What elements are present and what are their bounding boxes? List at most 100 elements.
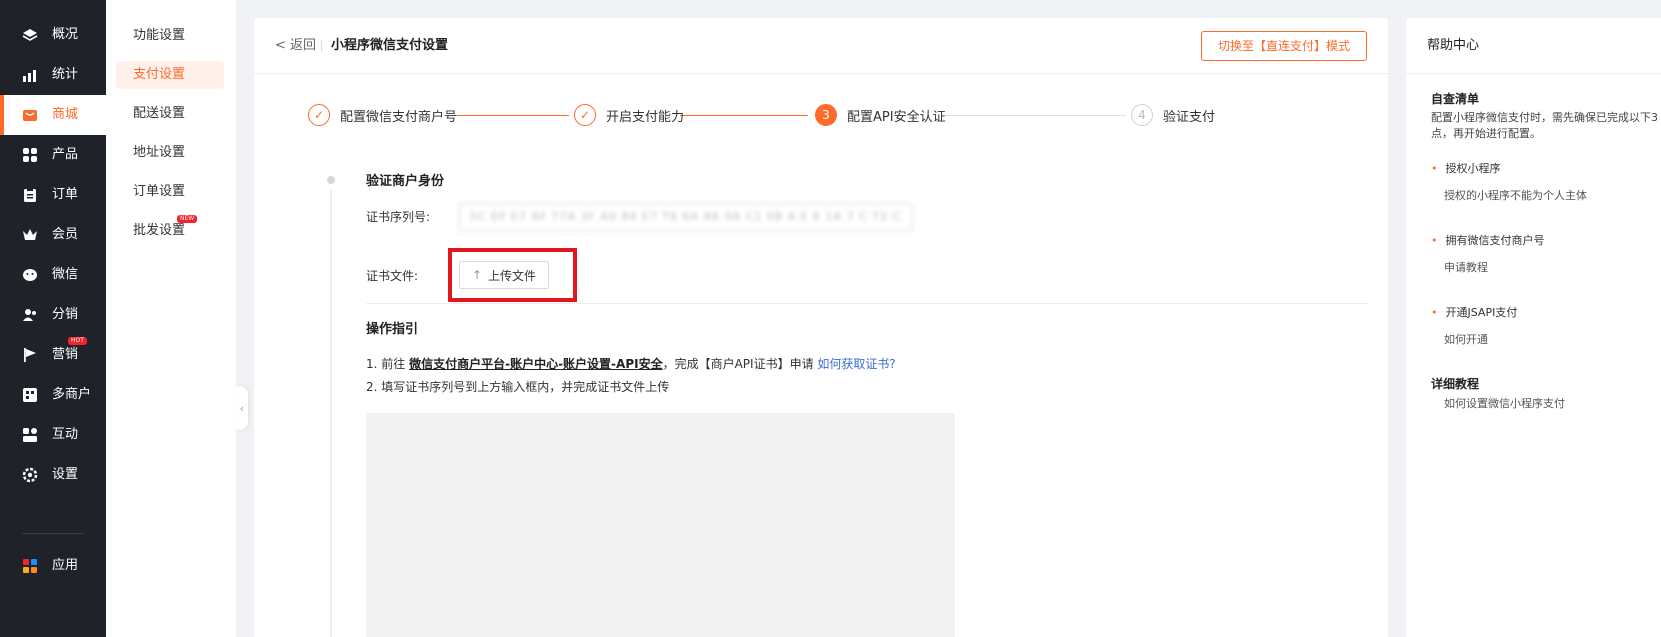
bullet-icon: • <box>1431 162 1438 175</box>
main-sidebar: 概况 统计 商城 产品 订单 会员 微信 分销 营销 HOT 多商户 互动 设置… <box>0 0 106 637</box>
step-api-security: 3 配置API安全认证 <box>815 104 946 126</box>
nav-item-marketing[interactable]: 营销 HOT <box>0 335 106 375</box>
shop-icon <box>22 107 38 123</box>
checklist-title: 自查清单 <box>1431 92 1480 106</box>
how-to-enable-link[interactable]: 如何开通 <box>1444 332 1488 347</box>
how-to-get-cert-link[interactable]: 如何获取证书? <box>817 357 895 371</box>
nav-item-label: 分销 <box>52 307 79 322</box>
serial-input[interactable]: 5C EF E7 AF T7A 3F A0 84 E7 T6 6A A6 0A … <box>459 203 913 231</box>
checklist-item-desc: 授权的小程序不能为个人主体 <box>1444 189 1587 202</box>
highlight-box <box>448 248 577 302</box>
nav-item-multi-merchant[interactable]: 多商户 <box>0 375 106 415</box>
tutorial-link[interactable]: 如何设置微信小程序支付 <box>1444 396 1565 411</box>
interact-icon <box>22 427 38 443</box>
merchant-platform-link[interactable]: 微信支付商户平台-账户中心-账户设置-API安全 <box>409 357 663 371</box>
wechat-icon <box>22 267 38 283</box>
guide-step-2: 2. 填写证书序列号到上方输入框内，并完成证书文件上传 <box>366 380 670 394</box>
step-label: 配置微信支付商户号 <box>340 109 458 125</box>
header-separator <box>321 40 322 52</box>
nav-item-product[interactable]: 产品 <box>0 135 106 175</box>
nav-item-settings[interactable]: 设置 <box>0 455 106 495</box>
back-link[interactable]: < 返回 <box>275 38 316 54</box>
nav-item-stats[interactable]: 统计 <box>0 55 106 95</box>
nav-item-label: 统计 <box>52 67 79 82</box>
checklist-item: • 拥有微信支付商户号 <box>1431 233 1545 248</box>
help-title: 帮助中心 <box>1427 38 1480 53</box>
tutorial-title: 详细教程 <box>1431 377 1480 391</box>
nav-item-wechat[interactable]: 微信 <box>0 255 106 295</box>
step-label: 配置API安全认证 <box>847 109 946 125</box>
step-connector-done <box>453 115 569 116</box>
nav-item-label: 概况 <box>52 27 79 42</box>
subnav-item-function[interactable]: 功能设置 <box>116 22 224 50</box>
grid-icon <box>22 147 38 163</box>
guide-image-placeholder <box>366 413 955 637</box>
card-header: < 返回 小程序微信支付设置 切换至【直连支付】模式 <box>254 18 1388 74</box>
nav-item-members[interactable]: 会员 <box>0 215 106 255</box>
nav-item-label: 互动 <box>52 427 79 442</box>
new-badge: NEW <box>177 215 198 223</box>
settings-subnav: 功能设置 支付设置 配送设置 地址设置 订单设置 批发设置 NEW <box>106 0 236 637</box>
nav-item-distribution[interactable]: 分销 <box>0 295 106 335</box>
guide-text: ，完成【商户API证书】申请 <box>662 357 814 371</box>
step-number: 3 <box>815 104 837 126</box>
clipboard-icon <box>22 187 38 203</box>
subnav-item-order[interactable]: 订单设置 <box>116 178 224 206</box>
nav-item-label: 营销 <box>52 347 79 362</box>
apps-icon <box>22 558 38 574</box>
check-icon: ✓ <box>308 104 330 126</box>
checklist-item: • 授权小程序 <box>1431 161 1501 176</box>
chevron-left-icon: ‹ <box>239 401 245 415</box>
subnav-item-label: 批发设置 <box>133 223 186 238</box>
help-header: 帮助中心 <box>1406 18 1661 74</box>
step-number: 4 <box>1131 104 1153 126</box>
checklist-desc: 配置小程序微信支付时，需先确保已完成以下3点，再开始进行配置。 <box>1431 111 1658 140</box>
nav-item-overview[interactable]: 概况 <box>0 15 106 55</box>
nav-item-label: 会员 <box>52 227 79 242</box>
nav-item-label: 订单 <box>52 187 79 202</box>
crown-icon <box>22 227 38 243</box>
timeline-dot <box>327 176 335 184</box>
nav-item-label: 应用 <box>52 558 79 573</box>
step-connector-pending <box>944 115 1126 116</box>
subnav-item-payment[interactable]: 支付设置 <box>116 61 224 89</box>
nav-item-interact[interactable]: 互动 <box>0 415 106 455</box>
guide-step-1: 1. 前往 微信支付商户平台-账户中心-账户设置-API安全，完成【商户API证… <box>366 356 896 372</box>
nav-item-orders[interactable]: 订单 <box>0 175 106 215</box>
subnav-item-delivery[interactable]: 配送设置 <box>116 100 224 128</box>
step-verify-payment: 4 验证支付 <box>1131 104 1215 126</box>
chart-icon <box>22 67 38 83</box>
check-icon: ✓ <box>574 104 596 126</box>
step-enable-payment: ✓ 开启支付能力 <box>574 104 684 126</box>
nav-item-apps[interactable]: 应用 <box>0 546 106 586</box>
step-label: 开启支付能力 <box>606 109 685 125</box>
page-title: 小程序微信支付设置 <box>331 38 449 53</box>
help-center-panel: 帮助中心 自查清单 配置小程序微信支付时，需先确保已完成以下3点，再开始进行配置… <box>1406 18 1661 637</box>
users-icon <box>22 307 38 323</box>
checklist-item-label: 拥有微信支付商户号 <box>1445 234 1545 247</box>
step-connector-done <box>680 115 808 116</box>
step-label: 验证支付 <box>1163 109 1216 125</box>
nav-item-label: 产品 <box>52 147 79 162</box>
timeline-line <box>330 190 332 637</box>
subnav-item-wholesale[interactable]: 批发设置 NEW <box>116 215 224 245</box>
payment-settings-card: < 返回 小程序微信支付设置 切换至【直连支付】模式 ✓ 配置微信支付商户号 ✓… <box>254 18 1388 637</box>
nav-item-label: 多商户 <box>52 387 92 402</box>
switch-mode-button[interactable]: 切换至【直连支付】模式 <box>1201 31 1367 61</box>
verify-merchant-title: 验证商户身份 <box>366 174 445 189</box>
bullet-icon: • <box>1431 306 1438 319</box>
flag-icon <box>22 347 38 363</box>
gear-icon <box>22 467 38 483</box>
file-label: 证书文件: <box>366 269 419 283</box>
step-merchant-id: ✓ 配置微信支付商户号 <box>308 104 457 126</box>
checklist-item-label: 授权小程序 <box>1445 162 1501 175</box>
nav-divider <box>22 533 84 534</box>
nav-item-shop[interactable]: 商城 <box>0 95 106 135</box>
nav-item-label: 设置 <box>52 467 79 482</box>
collapse-sidebar-toggle[interactable]: ‹ <box>236 386 248 430</box>
nav-item-label: 商城 <box>52 107 79 122</box>
apply-tutorial-link[interactable]: 申请教程 <box>1444 260 1488 275</box>
hot-badge: HOT <box>68 337 87 345</box>
nav-item-label: 微信 <box>52 267 79 282</box>
subnav-item-address[interactable]: 地址设置 <box>116 139 224 167</box>
